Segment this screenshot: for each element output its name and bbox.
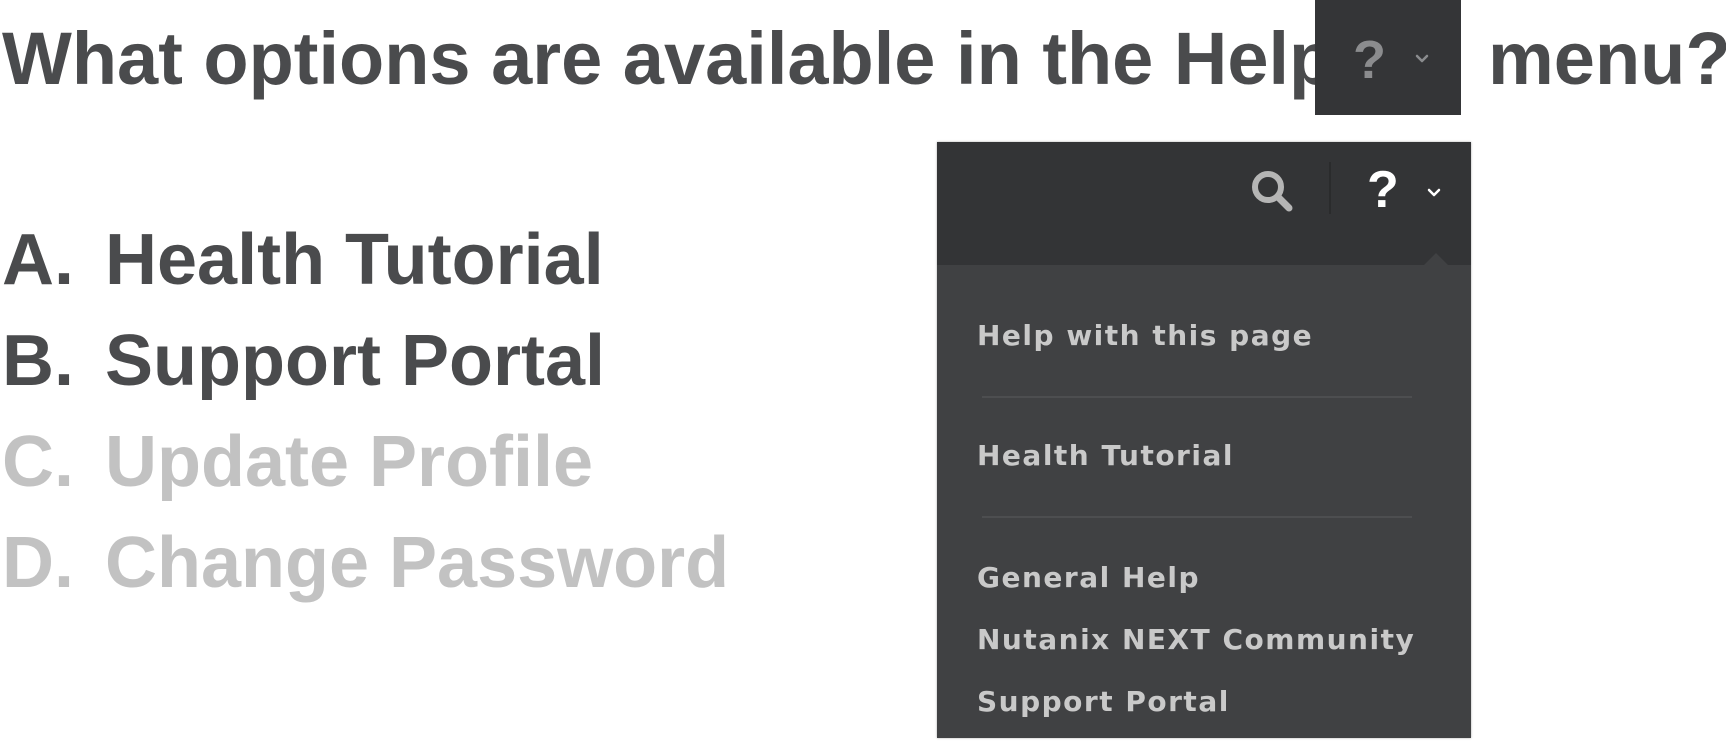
chevron-down-icon [1427, 188, 1441, 197]
help-dropdown-panel: ? Help with this page Health Tutorial Ge… [937, 142, 1471, 738]
question-mark-icon: ? [1367, 161, 1399, 219]
menu-item-general-help[interactable]: General Help [977, 558, 1200, 598]
chevron-down-icon [1415, 54, 1429, 63]
top-toolbar: ? [937, 142, 1471, 265]
question-text-before: What options are available in the Help [2, 17, 1335, 100]
menu-divider [982, 516, 1412, 518]
option-label: Support Portal [105, 321, 605, 401]
option-d[interactable]: D. Change Password [0, 513, 800, 613]
option-letter: A. [2, 220, 74, 300]
option-label: Update Profile [105, 422, 594, 502]
dropdown-caret [1424, 253, 1448, 265]
search-icon[interactable] [1247, 166, 1297, 216]
option-c[interactable]: C. Update Profile [0, 412, 800, 512]
menu-item-health-tutorial[interactable]: Health Tutorial [977, 436, 1234, 476]
help-menu-badge: ? [1315, 0, 1461, 115]
option-label: Change Password [105, 523, 730, 603]
option-letter: C. [2, 422, 74, 502]
option-letter: B. [2, 321, 74, 401]
question-heading: What options are available in the Help ?… [0, 0, 1726, 115]
menu-item-nutanix-next-community[interactable]: Nutanix NEXT Community [977, 620, 1415, 660]
menu-divider [982, 396, 1412, 398]
toolbar-divider [1329, 162, 1331, 214]
option-label: Health Tutorial [105, 220, 604, 300]
question-text-after: menu? [1488, 17, 1726, 100]
option-a[interactable]: A. Health Tutorial [0, 210, 800, 310]
help-menu-button[interactable]: ? [1367, 160, 1457, 220]
option-b[interactable]: B. Support Portal [0, 311, 800, 411]
menu-item-support-portal[interactable]: Support Portal [977, 682, 1230, 722]
menu-item-help-with-this-page[interactable]: Help with this page [977, 316, 1313, 356]
option-letter: D. [2, 523, 74, 603]
question-mark-icon: ? [1353, 30, 1386, 90]
